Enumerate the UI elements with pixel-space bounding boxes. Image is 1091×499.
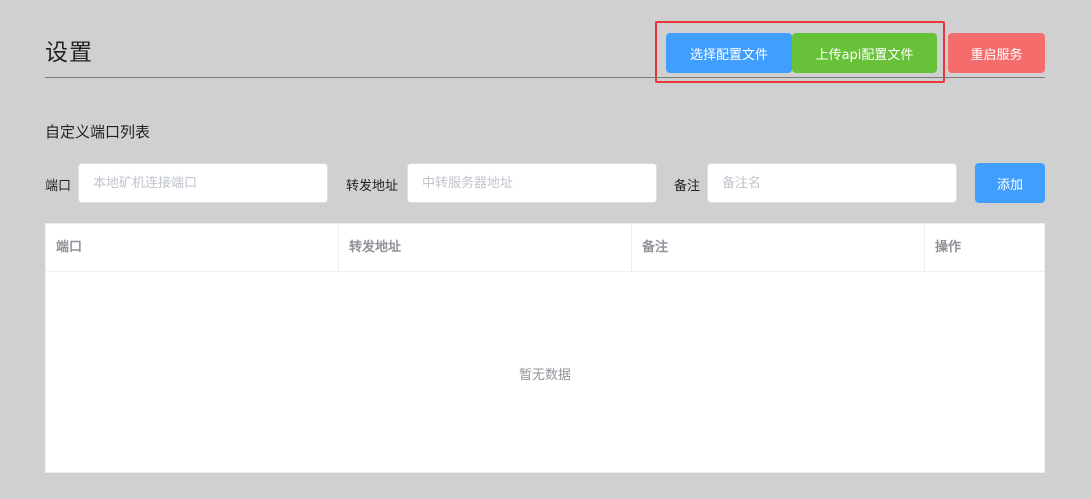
forward-address-input[interactable]: [407, 163, 657, 203]
column-header-port: 端口: [46, 224, 339, 271]
add-button[interactable]: 添加: [975, 163, 1045, 203]
page-title: 设置: [45, 40, 93, 66]
restart-service-button[interactable]: 重启服务: [948, 33, 1045, 73]
title-divider: [45, 77, 1045, 78]
port-input[interactable]: [78, 163, 328, 203]
table-empty-text: 暂无数据: [518, 368, 571, 383]
column-header-actions: 操作: [935, 240, 962, 255]
remark-label: 备注: [674, 179, 701, 194]
column-header-remark: 备注: [632, 224, 925, 271]
upload-api-config-button[interactable]: 上传api配置文件: [792, 33, 937, 73]
table-header: 端口 转发地址 备注 操作: [46, 224, 1044, 272]
remark-input[interactable]: [707, 163, 957, 203]
select-config-file-button[interactable]: 选择配置文件: [666, 33, 792, 73]
port-table: 端口 转发地址 备注 操作 暂无数据: [45, 223, 1045, 473]
port-label: 端口: [45, 179, 72, 194]
column-header-forward-address: 转发地址: [339, 224, 632, 271]
forward-address-label: 转发地址: [346, 179, 399, 194]
section-title-custom-ports: 自定义端口列表: [45, 123, 151, 141]
